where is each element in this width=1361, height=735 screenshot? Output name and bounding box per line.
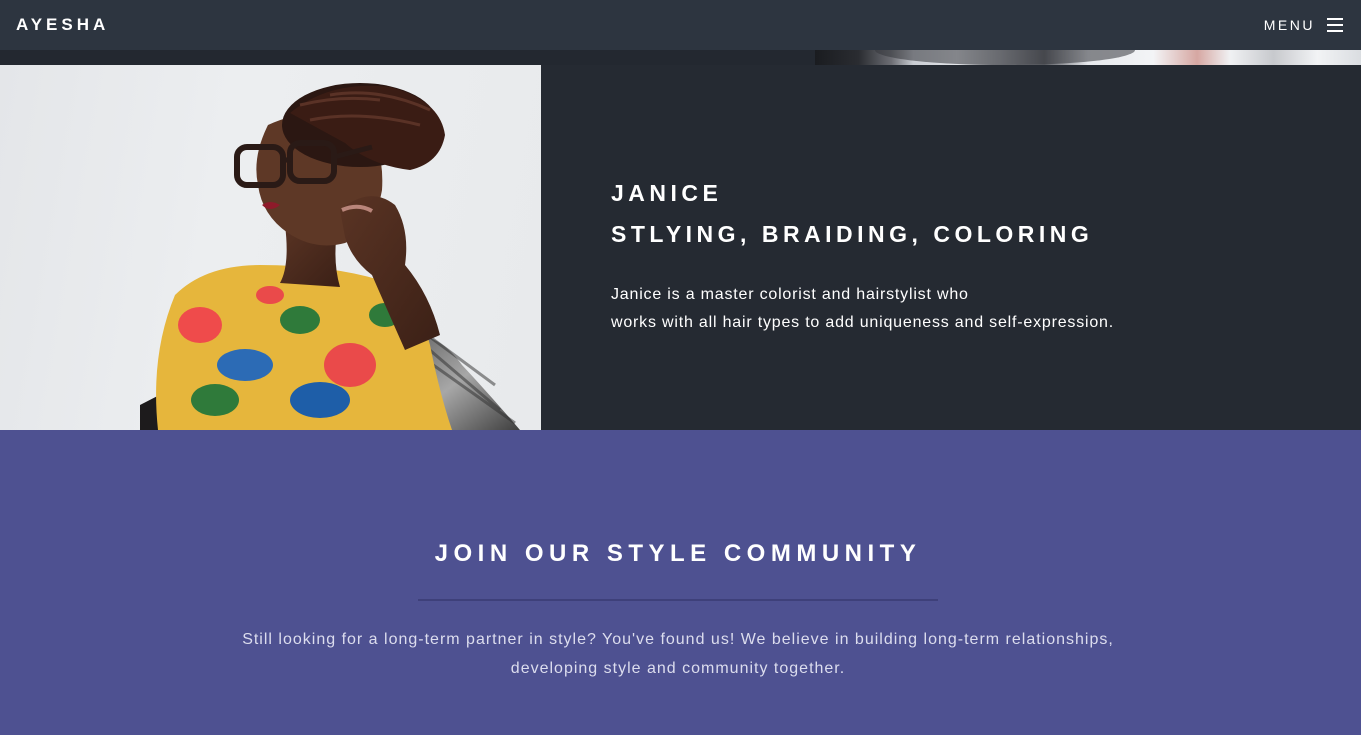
- community-text: Still looking for a long-term partner in…: [180, 625, 1176, 683]
- stylist-heading: JANICE STLYING, BRAIDING, COLORING: [611, 173, 1311, 255]
- community-section: JOIN OUR STYLE COMMUNITY Still looking f…: [0, 430, 1361, 735]
- community-title: JOIN OUR STYLE COMMUNITY: [434, 540, 922, 567]
- previous-section-photo: [815, 50, 1361, 65]
- menu-button[interactable]: MENU: [1264, 17, 1343, 33]
- stylist-description-line-1: Janice is a master colorist and hairstyl…: [611, 286, 969, 303]
- stylist-specialties: STLYING, BRAIDING, COLORING: [611, 221, 1094, 247]
- stylist-photo: [0, 65, 541, 430]
- hamburger-icon: [1327, 18, 1343, 32]
- top-navbar: AYESHA MENU: [0, 0, 1361, 50]
- stylist-name: JANICE: [611, 180, 723, 206]
- stylist-feature-section: JANICE STLYING, BRAIDING, COLORING Janic…: [0, 65, 1361, 430]
- stylist-description: Janice is a master colorist and hairstyl…: [611, 281, 1311, 337]
- stylist-info: JANICE STLYING, BRAIDING, COLORING Janic…: [611, 173, 1311, 337]
- brand-logo[interactable]: AYESHA: [16, 15, 109, 35]
- community-divider: [418, 599, 938, 601]
- stylist-description-line-2: works with all hair types to add uniquen…: [611, 314, 1114, 331]
- community-text-line-1: Still looking for a long-term partner in…: [242, 631, 1114, 648]
- stylist-portrait-illustration: [140, 83, 520, 430]
- menu-label: MENU: [1263, 17, 1315, 33]
- community-text-line-2: developing style and community together.: [510, 660, 846, 677]
